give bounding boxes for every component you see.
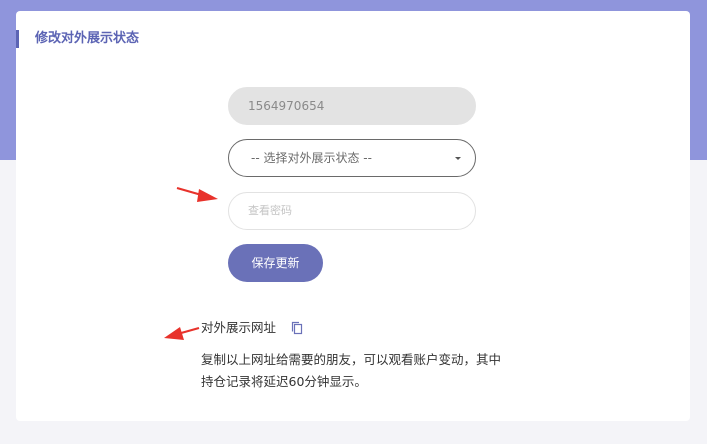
- copy-icon[interactable]: [290, 321, 304, 335]
- save-update-button[interactable]: 保存更新: [228, 244, 323, 282]
- red-arrow-icon: [164, 326, 200, 340]
- account-id-field: 1564970654: [228, 87, 476, 125]
- caret-down-icon: [455, 157, 461, 160]
- view-password-input[interactable]: 查看密码: [228, 192, 476, 230]
- share-url-label: 对外展示网址: [201, 320, 277, 335]
- card-title: 修改对外展示状态: [16, 30, 139, 48]
- share-note: 复制以上网址给需要的朋友，可以观看账户变动，其中持仓记录将延迟60分钟显示。: [201, 352, 502, 389]
- display-status-select[interactable]: -- 选择对外展示状态 --: [228, 139, 476, 177]
- settings-card: 修改对外展示状态 1564970654 -- 选择对外展示状态 -- 查看密码 …: [16, 11, 690, 421]
- red-arrow-icon: [176, 186, 218, 202]
- display-status-select-label: -- 选择对外展示状态 --: [251, 151, 372, 165]
